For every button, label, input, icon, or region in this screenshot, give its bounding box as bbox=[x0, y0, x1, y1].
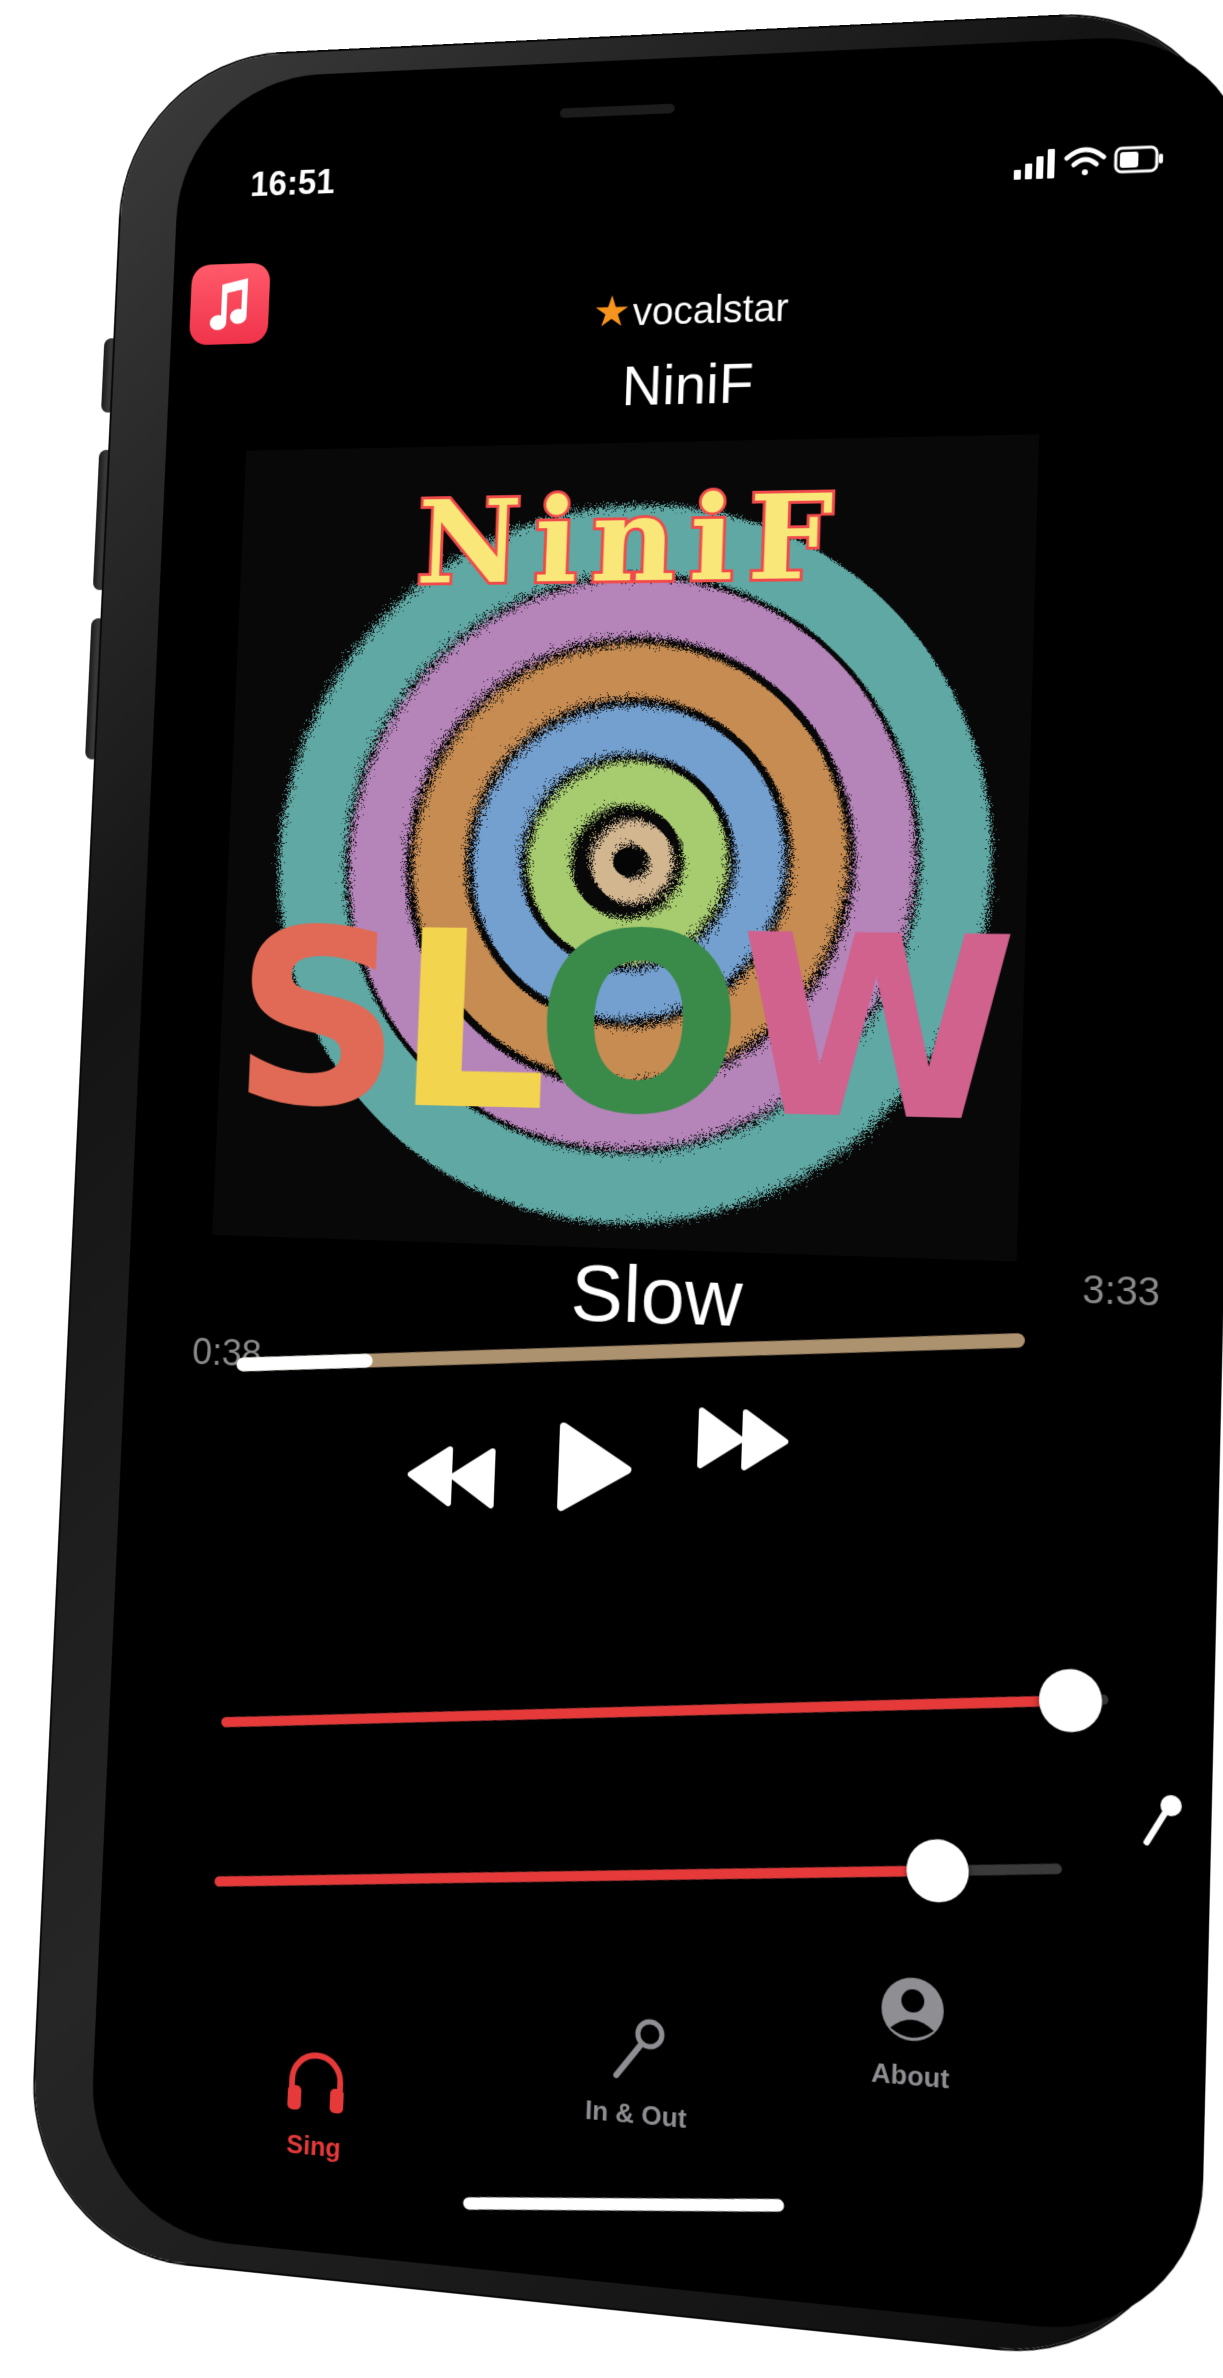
tab-in-and-out[interactable]: In & Out bbox=[585, 2008, 690, 2135]
tab-label: In & Out bbox=[584, 2093, 688, 2135]
slider-fill bbox=[221, 1695, 1072, 1728]
album-artwork: NiniF SLOW bbox=[212, 434, 1040, 1262]
artwork-letter: L bbox=[391, 878, 541, 1166]
fast-forward-button[interactable] bbox=[692, 1402, 795, 1483]
star-icon: ★ bbox=[591, 287, 632, 336]
tab-label: About bbox=[870, 2056, 950, 2095]
artwork-letter: S bbox=[227, 877, 403, 1163]
slider-thumb[interactable] bbox=[1037, 1668, 1105, 1733]
microphone-icon bbox=[602, 2010, 675, 2088]
artwork-song-text: SLOW bbox=[216, 877, 1026, 1179]
wifi-icon bbox=[1066, 149, 1103, 176]
brand-name: vocalstar bbox=[631, 286, 790, 334]
person-circle-icon bbox=[880, 1975, 945, 2044]
tab-bar: Sing In & Out About bbox=[91, 1927, 1207, 2232]
home-indicator[interactable] bbox=[462, 2197, 785, 2212]
playback-controls bbox=[118, 1397, 1220, 1572]
fast-forward-icon bbox=[692, 1402, 795, 1478]
status-time: 16:51 bbox=[249, 162, 336, 204]
mic-volume-slider[interactable] bbox=[214, 1838, 1063, 1903]
microphone-icon bbox=[1140, 1789, 1189, 1861]
artwork-artist-text: NiniF bbox=[412, 465, 852, 614]
phone-screen: 16:51 ★vocalstar NiniF NiniF SLOW Slow 3… bbox=[86, 31, 1223, 2343]
brand-logo: ★vocalstar bbox=[171, 268, 1223, 349]
duration-label: 3:33 bbox=[1081, 1268, 1161, 1315]
play-button[interactable] bbox=[547, 1416, 639, 1526]
speaker-grille bbox=[559, 103, 675, 119]
headphones-icon bbox=[281, 2044, 351, 2114]
phone-frame: 16:51 ★vocalstar NiniF NiniF SLOW Slow 3… bbox=[27, 8, 1223, 2367]
slider-thumb[interactable] bbox=[904, 1838, 971, 1903]
progress-fill bbox=[236, 1353, 373, 1372]
artwork-letter: O bbox=[529, 879, 742, 1172]
music-volume-slider[interactable] bbox=[221, 1668, 1109, 1733]
rewind-button[interactable] bbox=[401, 1439, 500, 1519]
artwork-letter: W bbox=[732, 881, 1014, 1180]
battery-icon bbox=[1115, 147, 1164, 173]
tab-about[interactable]: About bbox=[871, 1969, 952, 2095]
slider-fill bbox=[214, 1865, 938, 1887]
rewind-icon bbox=[402, 1439, 501, 1514]
status-icons bbox=[1013, 139, 1167, 189]
cellular-signal-icon bbox=[1013, 148, 1055, 180]
tab-label: Sing bbox=[285, 2128, 342, 2164]
tab-sing[interactable]: Sing bbox=[279, 2044, 351, 2166]
phone-device: 16:51 ★vocalstar NiniF NiniF SLOW Slow 3… bbox=[0, 7, 1223, 2378]
artist-name: NiniF bbox=[620, 351, 755, 418]
play-icon bbox=[547, 1416, 639, 1521]
